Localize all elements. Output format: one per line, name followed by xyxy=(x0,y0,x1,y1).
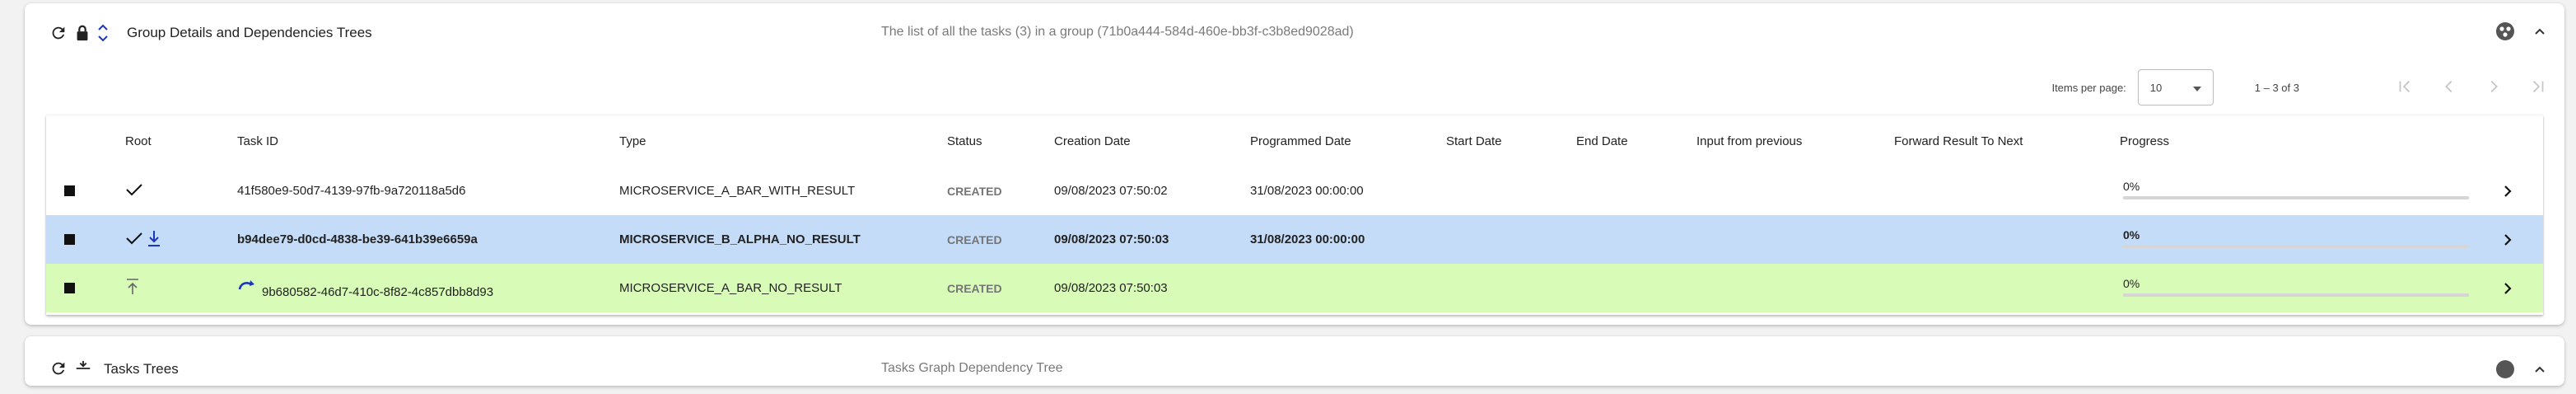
collapse-all-icon[interactable] xyxy=(74,359,92,378)
progress-cell: 0% xyxy=(2123,264,2469,312)
progress-cell: 0% xyxy=(2123,215,2469,264)
stop-square-icon xyxy=(64,283,75,293)
column-header-creation-date[interactable]: Creation Date xyxy=(1054,115,1131,167)
table-header-row: Root Task ID Type Status Creation Date P… xyxy=(46,115,2543,167)
items-per-page-select[interactable]: 10 xyxy=(2137,69,2214,106)
group-panel-description: The list of all the tasks (3) in a group… xyxy=(881,25,1354,39)
stop-square-icon xyxy=(64,185,75,196)
task-id-cell: 9b680582-46d7-410c-8f82-4c857dbb8d93 xyxy=(237,264,493,312)
creation-date-cell: 09/08/2023 07:50:03 xyxy=(1054,232,1169,246)
chevron-up-icon[interactable] xyxy=(2533,363,2546,380)
column-header-root[interactable]: Root xyxy=(125,115,152,167)
status-circle-icon xyxy=(2495,21,2515,45)
type-cell: MICROSERVICE_A_BAR_WITH_RESULT xyxy=(619,184,856,198)
row-stop-marker[interactable] xyxy=(64,264,75,312)
column-header-programmed-date[interactable]: Programmed Date xyxy=(1250,115,1351,167)
redo-arrow-icon xyxy=(237,278,257,294)
refresh-icon[interactable] xyxy=(49,359,68,378)
table-row-selected[interactable]: b94dee79-d0cd-4838-be39-641b39e6659a MIC… xyxy=(46,215,2543,265)
type-cell: MICROSERVICE_A_BAR_NO_RESULT xyxy=(619,281,842,295)
row-stop-marker[interactable] xyxy=(64,215,75,264)
type-cell: MICROSERVICE_B_ALPHA_NO_RESULT xyxy=(619,232,861,246)
unfold-icon[interactable] xyxy=(97,23,109,43)
status-circle-icon xyxy=(2495,359,2515,383)
column-header-input-from-previous[interactable]: Input from previous xyxy=(1696,115,1802,167)
group-header-right xyxy=(2495,21,2546,45)
items-per-page-value: 10 xyxy=(2149,81,2163,94)
chevron-up-icon[interactable] xyxy=(2533,25,2546,42)
paginator-nav xyxy=(2395,77,2548,100)
status-cell: CREATED xyxy=(947,281,1002,295)
programmed-date-cell: 31/08/2023 00:00:00 xyxy=(1250,232,1365,246)
items-per-page-label: Items per page: xyxy=(2051,81,2126,94)
column-header-type[interactable]: Type xyxy=(619,115,646,167)
dropdown-arrow-icon xyxy=(2192,82,2201,94)
progress-cell: 0% xyxy=(2123,167,2469,215)
row-expand-chevron-icon[interactable] xyxy=(2502,264,2513,312)
table-row[interactable]: 41f580e9-50d7-4139-97fb-9a720118a5d6 MIC… xyxy=(46,167,2543,216)
creation-date-cell: 09/08/2023 07:50:03 xyxy=(1054,281,1168,295)
next-page-icon[interactable] xyxy=(2484,77,2504,100)
row-expand-chevron-icon[interactable] xyxy=(2502,215,2513,264)
table-row-dependent[interactable]: 9b680582-46d7-410c-8f82-4c857dbb8d93 MIC… xyxy=(46,264,2543,312)
group-panel-header[interactable]: Group Details and Dependencies Trees The… xyxy=(25,3,2564,61)
column-header-start-date[interactable]: Start Date xyxy=(1446,115,1502,167)
tasks-panel-description: Tasks Graph Dependency Tree xyxy=(881,361,1063,375)
tasks-header-right xyxy=(2495,359,2546,383)
row-expand-chevron-icon[interactable] xyxy=(2502,167,2513,215)
page-range-label: 1 – 3 of 3 xyxy=(2254,81,2299,94)
arrow-up-bar-icon xyxy=(125,278,140,299)
programmed-date-cell: 31/08/2023 00:00:00 xyxy=(1250,184,1364,198)
progress-label: 0% xyxy=(2123,228,2140,242)
paginator: Items per page: 10 1 – 3 of 3 xyxy=(2051,68,2334,107)
progress-bar xyxy=(2123,245,2469,248)
check-icon xyxy=(125,182,143,200)
tasks-panel-header[interactable]: Tasks Trees Tasks Graph Dependency Tree xyxy=(25,336,2564,394)
root-cell xyxy=(125,215,161,264)
column-header-status[interactable]: Status xyxy=(947,115,982,167)
last-page-icon[interactable] xyxy=(2528,77,2548,100)
tasks-table: Root Task ID Type Status Creation Date P… xyxy=(46,115,2543,315)
status-cell: CREATED xyxy=(947,184,1002,198)
creation-date-cell: 09/08/2023 07:50:02 xyxy=(1054,184,1168,198)
column-header-progress[interactable]: Progress xyxy=(2120,115,2169,167)
group-details-panel: Group Details and Dependencies Trees The… xyxy=(25,3,2564,325)
tasks-panel-title: Tasks Trees xyxy=(104,361,179,377)
lock-icon[interactable] xyxy=(74,24,91,42)
task-id-cell: b94dee79-d0cd-4838-be39-641b39e6659a xyxy=(237,232,478,246)
column-header-forward-result[interactable]: Forward Result To Next xyxy=(1894,115,2023,167)
root-cell xyxy=(125,264,140,312)
tasks-header-actions xyxy=(49,359,92,378)
check-icon xyxy=(125,231,143,249)
task-id-text: 9b680582-46d7-410c-8f82-4c857dbb8d93 xyxy=(262,285,494,299)
progress-bar xyxy=(2123,293,2469,297)
row-stop-marker[interactable] xyxy=(64,167,75,215)
tasks-trees-panel: Tasks Trees Tasks Graph Dependency Tree xyxy=(25,336,2564,386)
column-header-task-id[interactable]: Task ID xyxy=(237,115,278,167)
arrow-down-bar-icon xyxy=(147,229,161,251)
group-panel-title: Group Details and Dependencies Trees xyxy=(127,25,372,40)
progress-label: 0% xyxy=(2123,180,2140,193)
task-id-cell: 41f580e9-50d7-4139-97fb-9a720118a5d6 xyxy=(237,184,466,198)
stop-square-icon xyxy=(64,234,75,245)
previous-page-icon[interactable] xyxy=(2439,77,2459,100)
root-cell xyxy=(125,167,143,215)
group-header-actions xyxy=(49,23,109,43)
progress-label: 0% xyxy=(2123,277,2140,290)
status-cell: CREATED xyxy=(947,232,1002,246)
refresh-icon[interactable] xyxy=(49,24,68,42)
progress-bar xyxy=(2123,196,2469,199)
column-header-end-date[interactable]: End Date xyxy=(1576,115,1628,167)
first-page-icon[interactable] xyxy=(2395,77,2415,100)
